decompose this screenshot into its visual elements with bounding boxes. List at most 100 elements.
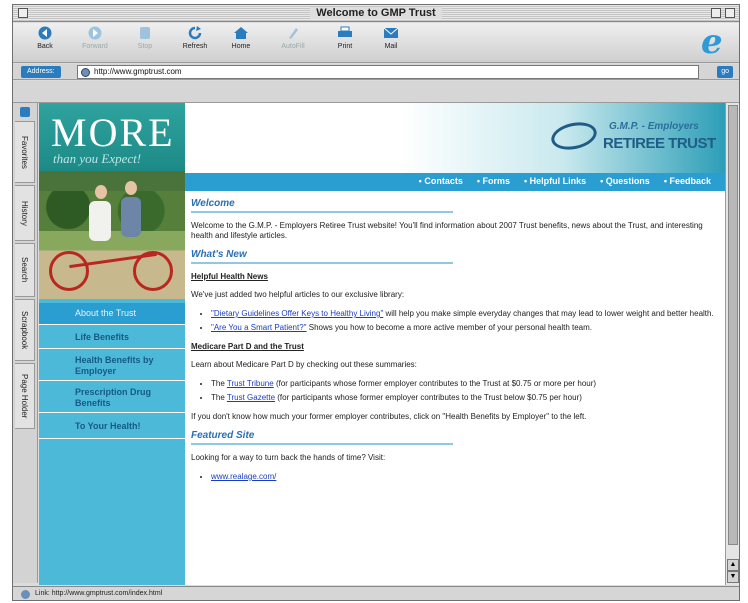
the-text-2: The xyxy=(211,393,227,402)
whats-new-heading: What's New xyxy=(191,250,453,264)
stop-label: Stop xyxy=(137,43,153,50)
employer-contribution-note: If you don't know how much your former e… xyxy=(191,412,587,421)
explorer-side-tabs: Favorites History Search Scrapbook Page … xyxy=(13,103,38,583)
window-title: Welcome to GMP Trust xyxy=(310,7,442,19)
tab-scrapbook[interactable]: Scrapbook xyxy=(15,299,35,361)
list-item: www.realage.com/ xyxy=(211,472,721,482)
refresh-button[interactable]: Refresh xyxy=(173,26,217,50)
home-icon xyxy=(234,27,248,39)
the-text-1: The xyxy=(211,379,227,388)
main-content: Welcome Welcome to the G.M.P. - Employer… xyxy=(191,199,721,491)
featured-intro: Looking for a way to turn back the hands… xyxy=(191,453,386,462)
site-header: G.M.P. - Employers RETIREE TRUST xyxy=(185,103,725,173)
print-button[interactable]: Print xyxy=(323,26,367,50)
tab-scrapbook-label: Scrapbook xyxy=(20,310,29,350)
go-button[interactable]: go xyxy=(717,66,733,78)
address-label: Address: xyxy=(21,66,61,78)
more-heading: MORE xyxy=(51,110,175,155)
smart-patient-link[interactable]: "Are You a Smart Patient?" xyxy=(211,323,307,332)
web-page: MORE than you Expect! About the Trust Li… xyxy=(39,103,725,585)
tab-history-label: History xyxy=(20,200,29,226)
nav-about-the-trust[interactable]: About the Trust xyxy=(39,303,185,325)
favorites-bar xyxy=(13,81,739,103)
gazette-desc: (for participants whose former employer … xyxy=(275,393,582,402)
explorer-bar-icon[interactable] xyxy=(20,107,30,117)
welcome-paragraph: Welcome to the G.M.P. - Employers Retire… xyxy=(191,221,703,240)
autofill-icon xyxy=(289,28,298,39)
scroll-up-icon[interactable]: ▲ xyxy=(727,559,739,571)
status-bar: Link: http://www.gmptrust.com/index.html xyxy=(13,586,739,600)
scroll-down-icon[interactable]: ▼ xyxy=(727,571,739,583)
nav-helpful-links[interactable]: • Helpful Links xyxy=(524,176,586,186)
tab-page-holder-label: Page Holder xyxy=(20,373,29,419)
articles-list: "Dietary Guidelines Offer Keys to Health… xyxy=(211,309,721,333)
tab-search[interactable]: Search xyxy=(15,243,35,297)
address-input[interactable]: http://www.gmptrust.com xyxy=(77,65,699,79)
left-column: MORE than you Expect! About the Trust Li… xyxy=(39,103,185,585)
article2-desc: Shows you how to become a more active me… xyxy=(306,323,592,332)
nav-forms[interactable]: • Forms xyxy=(477,176,510,186)
top-nav: • Contacts • Forms • Helpful Links • Que… xyxy=(185,173,725,191)
nav-feedback[interactable]: • Feedback xyxy=(664,176,711,186)
list-item: "Are You a Smart Patient?" Shows you how… xyxy=(211,323,721,333)
helpful-health-news-heading: Helpful Health News xyxy=(191,272,268,281)
back-button[interactable]: Back xyxy=(23,26,67,50)
internet-explorer-logo-icon: e xyxy=(701,22,723,62)
status-globe-icon xyxy=(21,590,30,599)
scroll-thumb[interactable] xyxy=(728,105,738,545)
list-item: The Trust Gazette (for participants whos… xyxy=(211,393,721,403)
home-button[interactable]: Home xyxy=(219,26,263,50)
tab-page-holder[interactable]: Page Holder xyxy=(15,363,35,429)
autofill-button[interactable]: AutoFill xyxy=(271,26,315,50)
back-arrow-icon xyxy=(38,26,52,40)
zoom-box-icon[interactable] xyxy=(711,8,721,18)
summaries-list: The Trust Tribune (for participants whos… xyxy=(211,379,721,403)
more-banner: MORE than you Expect! xyxy=(39,103,185,171)
nav-life-benefits[interactable]: Life Benefits xyxy=(39,327,185,349)
tab-history[interactable]: History xyxy=(15,185,35,241)
title-bar[interactable]: Welcome to GMP Trust xyxy=(13,5,739,22)
featured-list: www.realage.com/ xyxy=(211,472,721,482)
health-news-intro: We've just added two helpful articles to… xyxy=(191,290,405,299)
nav-prescription-drug-benefits[interactable]: Prescription Drug Benefits xyxy=(39,383,185,413)
seniors-tandem-bike-photo xyxy=(39,171,185,299)
realage-link[interactable]: www.realage.com/ xyxy=(211,472,276,481)
logo-line2: RETIREE TRUST xyxy=(603,135,716,152)
home-label: Home xyxy=(231,43,251,50)
trust-tribune-link[interactable]: Trust Tribune xyxy=(227,379,274,388)
nav-health-benefits-by-employer[interactable]: Health Benefits by Employer xyxy=(39,351,185,381)
browser-window: Welcome to GMP Trust Back Forward Stop R… xyxy=(12,4,740,601)
featured-site-heading: Featured Site xyxy=(191,431,453,445)
globe-icon xyxy=(81,68,90,77)
trust-gazette-link[interactable]: Trust Gazette xyxy=(227,393,275,402)
refresh-label: Refresh xyxy=(182,43,208,50)
left-nav: About the Trust Life Benefits Health Ben… xyxy=(39,299,185,585)
welcome-heading: Welcome xyxy=(191,199,453,213)
nav-to-your-health[interactable]: To Your Health! xyxy=(39,415,185,439)
address-bar: Address: http://www.gmptrust.com go xyxy=(13,64,739,80)
more-tagline: than you Expect! xyxy=(53,151,142,166)
medicare-intro: Learn about Medicare Part D by checking … xyxy=(191,360,417,369)
refresh-icon xyxy=(188,26,202,40)
stop-icon xyxy=(140,27,150,39)
stop-button[interactable]: Stop xyxy=(123,26,167,50)
medicare-heading: Medicare Part D and the Trust xyxy=(191,342,304,351)
forward-arrow-icon xyxy=(88,26,102,40)
mail-button[interactable]: Mail xyxy=(369,26,413,50)
autofill-label: AutoFill xyxy=(281,43,305,50)
forward-button[interactable]: Forward xyxy=(73,26,117,50)
mail-label: Mail xyxy=(384,43,398,50)
status-text: Link: http://www.gmptrust.com/index.html xyxy=(35,590,163,597)
nav-contacts[interactable]: • Contacts xyxy=(419,176,463,186)
nav-questions[interactable]: • Questions xyxy=(600,176,650,186)
tab-favorites[interactable]: Favorites xyxy=(15,121,35,183)
dietary-guidelines-link[interactable]: "Dietary Guidelines Offer Keys to Health… xyxy=(211,309,383,318)
back-label: Back xyxy=(37,43,53,50)
print-icon xyxy=(338,26,352,37)
collapse-box-icon[interactable] xyxy=(725,8,735,18)
print-label: Print xyxy=(337,43,353,50)
tab-search-label: Search xyxy=(20,257,29,283)
address-url: http://www.gmptrust.com xyxy=(94,67,182,76)
list-item: "Dietary Guidelines Offer Keys to Health… xyxy=(211,309,721,319)
vertical-scrollbar[interactable]: ▲ ▼ xyxy=(725,103,739,585)
